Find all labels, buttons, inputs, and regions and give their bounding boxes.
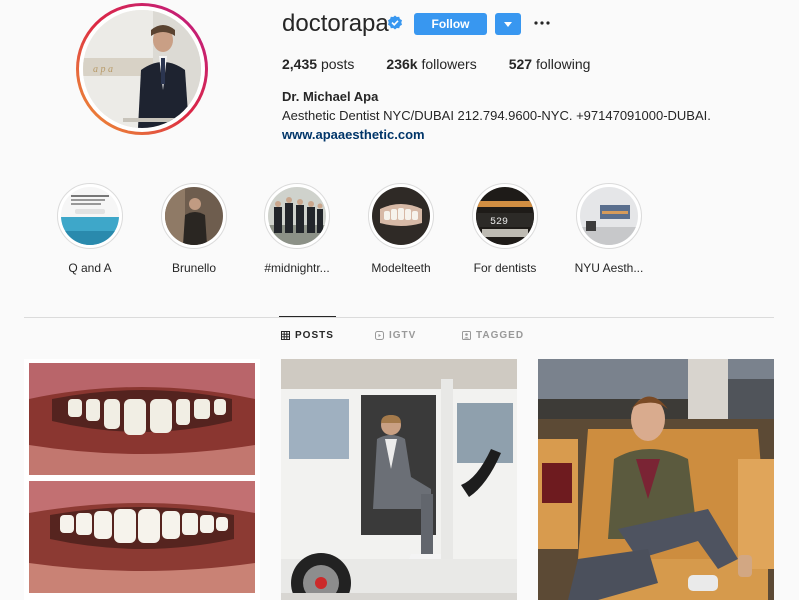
caret-down-icon bbox=[504, 21, 512, 27]
followers-count: 236k bbox=[386, 56, 418, 72]
profile-avatar[interactable]: a p a bbox=[76, 3, 208, 135]
more-options-button[interactable] bbox=[533, 14, 551, 32]
tagged-person-icon bbox=[462, 331, 471, 340]
profile-username: doctorapa bbox=[282, 10, 389, 37]
tabs-divider bbox=[24, 317, 774, 318]
following-stat[interactable]: 527 following bbox=[509, 56, 591, 72]
ellipsis-icon bbox=[534, 21, 550, 25]
following-count: 527 bbox=[508, 56, 533, 72]
suggested-dropdown-button[interactable] bbox=[495, 13, 521, 35]
tab-label: IGTV bbox=[389, 330, 417, 341]
posts-label: posts bbox=[320, 56, 355, 72]
svg-text:a p a: a p a bbox=[93, 64, 113, 75]
igtv-icon bbox=[375, 331, 384, 340]
highlight-midnightrun[interactable]: #midnightr... bbox=[242, 183, 352, 275]
highlight-label: NYU Aesth... bbox=[574, 261, 644, 275]
posts-count: 2,435 bbox=[282, 56, 318, 72]
highlight-for-dentists[interactable]: 529 For dentists bbox=[450, 183, 560, 275]
posts-stat: 2,435 posts bbox=[282, 56, 354, 72]
highlight-cover bbox=[580, 187, 638, 245]
highlight-cover bbox=[268, 187, 326, 245]
profile-full-name: Dr. Michael Apa bbox=[282, 89, 379, 104]
tab-igtv[interactable]: IGTV bbox=[375, 330, 416, 341]
highlight-label: Modelteeth bbox=[371, 261, 431, 275]
highlight-label: Q and A bbox=[68, 261, 112, 275]
svg-text:529: 529 bbox=[490, 217, 508, 228]
profile-website-link[interactable]: www.apaaesthetic.com bbox=[282, 127, 425, 142]
highlight-cover bbox=[165, 187, 223, 245]
post-thumbnail-car[interactable] bbox=[281, 359, 517, 600]
verified-badge-icon bbox=[388, 15, 402, 30]
tab-tagged[interactable]: TAGGED bbox=[462, 330, 524, 341]
follow-button[interactable]: Follow bbox=[414, 13, 487, 35]
tab-label: TAGGED bbox=[476, 330, 525, 341]
avatar-photo: a p a bbox=[83, 10, 201, 128]
highlight-nyu-aesthetic[interactable]: NYU Aesth... bbox=[554, 183, 664, 275]
highlight-q-and-a[interactable]: Q and A bbox=[35, 183, 145, 275]
post-thumbnail-teeth[interactable] bbox=[24, 359, 260, 600]
highlight-cover bbox=[372, 187, 430, 245]
highlight-modelteeth[interactable]: Modelteeth bbox=[346, 183, 456, 275]
highlight-label: For dentists bbox=[473, 261, 537, 275]
profile-stats: 2,435 posts 236k followers 527 following bbox=[282, 56, 622, 72]
highlight-brunello[interactable]: Brunello bbox=[139, 183, 249, 275]
profile-bio: Aesthetic Dentist NYC/DUBAI 212.794.9600… bbox=[282, 108, 711, 123]
followers-label: followers bbox=[421, 56, 477, 72]
tab-label: POSTS bbox=[295, 330, 334, 341]
highlight-label: Brunello bbox=[171, 261, 217, 275]
highlight-cover bbox=[61, 187, 119, 245]
tab-posts[interactable]: POSTS bbox=[279, 316, 336, 341]
highlight-label: #midnightr... bbox=[264, 261, 330, 275]
post-thumbnail-lounge[interactable] bbox=[538, 359, 774, 600]
followers-stat[interactable]: 236k followers bbox=[386, 56, 476, 72]
following-label: following bbox=[535, 56, 591, 72]
grid-icon bbox=[281, 331, 290, 340]
highlight-cover: 529 bbox=[476, 187, 534, 245]
